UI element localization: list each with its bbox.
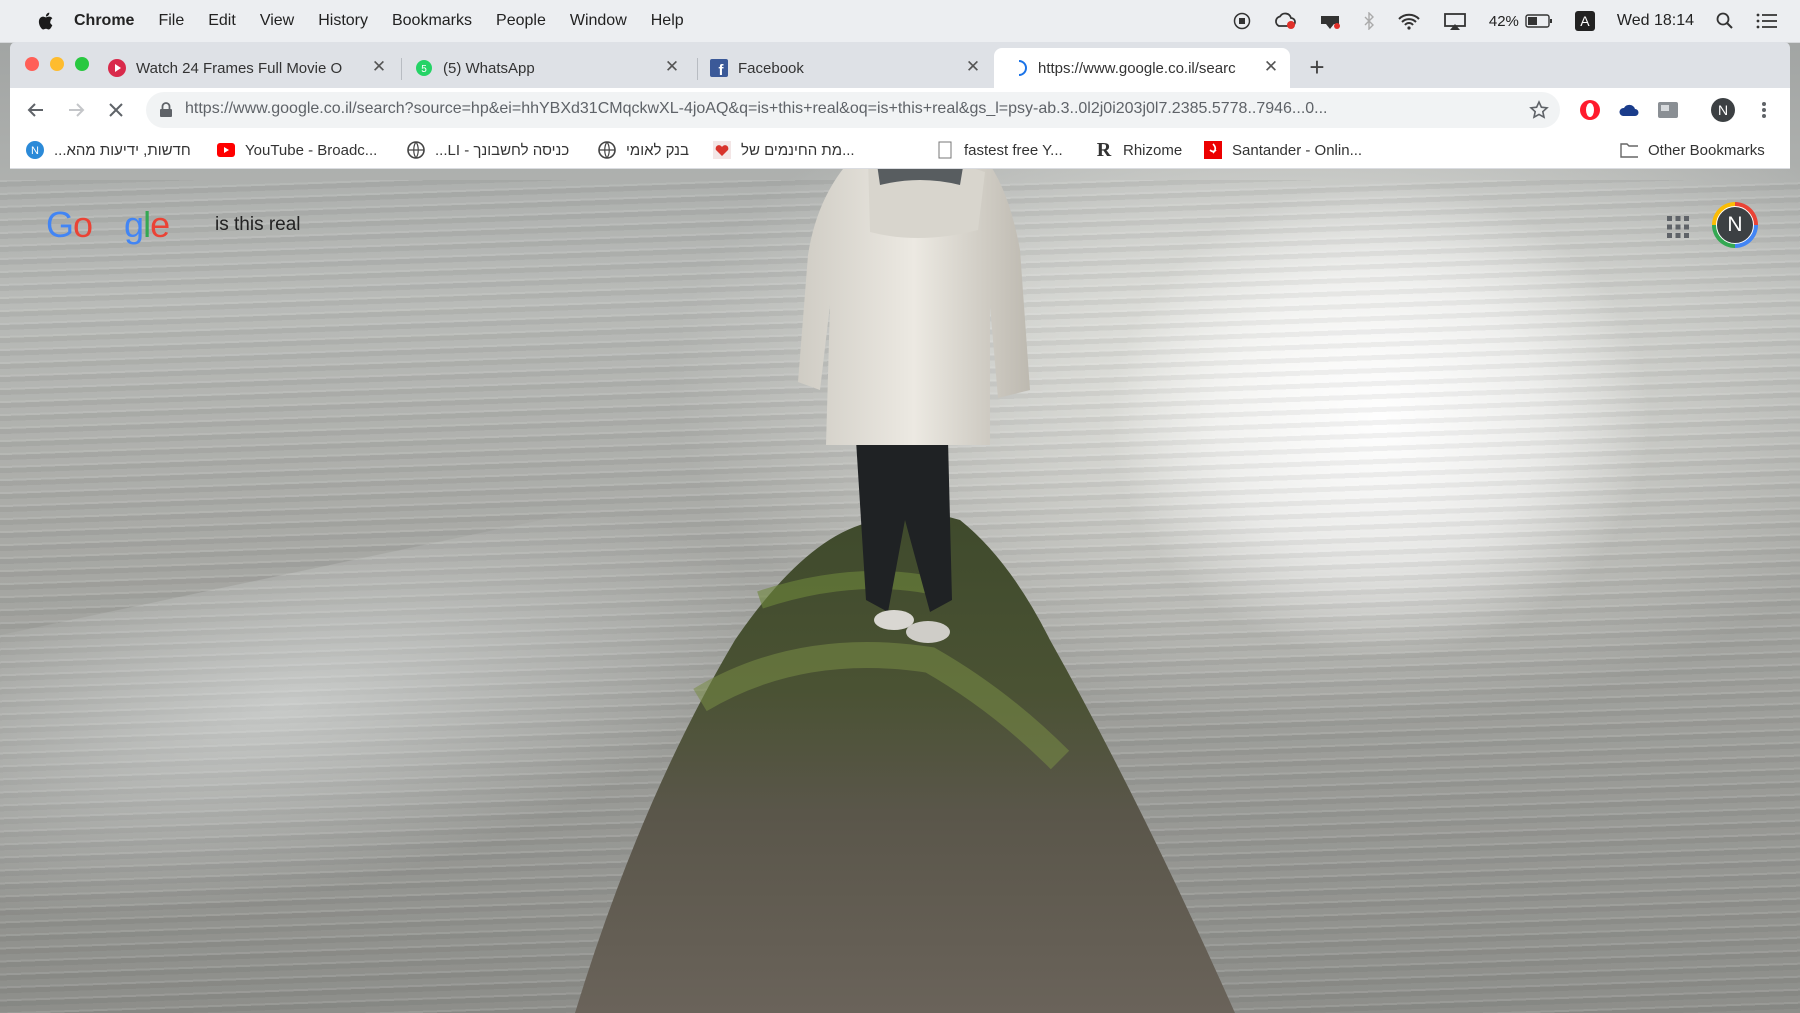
screen-record-icon[interactable] xyxy=(1233,12,1251,30)
globe-icon xyxy=(598,141,616,159)
avatar-initial: N xyxy=(1716,206,1754,244)
page-icon xyxy=(936,141,954,159)
menu-history[interactable]: History xyxy=(318,12,368,30)
profile-avatar-button[interactable]: N xyxy=(1708,95,1738,125)
bookmark-star-button[interactable] xyxy=(1524,95,1554,125)
menu-people[interactable]: People xyxy=(496,12,546,30)
new-tab-button[interactable]: + xyxy=(1300,50,1334,84)
menu-app-name[interactable]: Chrome xyxy=(74,12,134,30)
tab-title: (5) WhatsApp xyxy=(443,59,535,77)
youtube-icon xyxy=(217,141,235,159)
bookmark-label: fastest free Y... xyxy=(964,141,1063,159)
bookmark-label: בנק לאומי xyxy=(626,141,689,159)
menu-window[interactable]: Window xyxy=(570,12,627,30)
google-logo[interactable]: Go gle xyxy=(46,204,170,246)
tab-facebook[interactable]: f Facebook ✕ xyxy=(710,48,992,88)
bookmark-label: ...מת החינמים של xyxy=(741,141,855,159)
heart-icon xyxy=(713,141,731,159)
santander-icon xyxy=(1204,141,1222,159)
notification-icon[interactable] xyxy=(1319,12,1341,30)
bookmark-label: Rhizome xyxy=(1123,141,1183,159)
creative-cloud-icon[interactable] xyxy=(1273,12,1297,30)
bookmark-login[interactable]: כניסה לחשבונך - LI... xyxy=(407,138,569,162)
bookmark-santander[interactable]: Santander - Onlin... xyxy=(1204,138,1362,162)
opera-extension-icon[interactable] xyxy=(1575,95,1605,125)
menubar-clock[interactable]: Wed 18:14 xyxy=(1617,12,1694,30)
media-extension-icon[interactable] xyxy=(1653,95,1683,125)
bookmark-freebies[interactable]: ...מת החינמים של xyxy=(713,138,855,162)
tab-close-icon[interactable]: ✕ xyxy=(1262,58,1280,76)
menu-bookmarks[interactable]: Bookmarks xyxy=(392,12,472,30)
rhizome-icon: R xyxy=(1096,138,1112,161)
tab-title: Watch 24 Frames Full Movie O xyxy=(136,59,343,77)
bookmark-label: Santander - Onlin... xyxy=(1232,141,1363,159)
play-icon xyxy=(108,59,126,77)
facebook-icon: f xyxy=(710,59,728,77)
bookmark-fastest-free[interactable]: fastest free Y... xyxy=(936,138,1063,162)
tab-title: Facebook xyxy=(738,59,804,77)
apple-menu-icon[interactable] xyxy=(36,11,54,31)
tab-close-icon[interactable]: ✕ xyxy=(663,58,681,76)
menu-edit[interactable]: Edit xyxy=(208,12,236,30)
bookmark-other-bookmarks[interactable]: Other Bookmarks xyxy=(1620,138,1765,162)
folder-icon xyxy=(1620,141,1638,159)
menubar-status-area: 42% A Wed 18:14 xyxy=(1233,0,1778,42)
bookmark-youtube[interactable]: YouTube - Broadc... xyxy=(217,138,377,162)
tab-title: https://www.google.co.il/searc xyxy=(1038,59,1236,77)
whatsapp-icon: 5 xyxy=(415,59,433,77)
battery-percent: 42% xyxy=(1488,12,1519,30)
svg-text:N: N xyxy=(31,145,39,157)
bookmark-label: חדשות, ידיעות מהא... xyxy=(54,141,191,159)
loading-spinner-icon xyxy=(1010,59,1028,77)
url-text[interactable]: https://www.google.co.il/search?source=h… xyxy=(185,100,1515,118)
forward-button[interactable] xyxy=(61,95,91,125)
window-minimize-button[interactable] xyxy=(50,57,64,71)
bookmark-label: כניסה לחשבונך - LI... xyxy=(435,141,570,159)
menu-help[interactable]: Help xyxy=(651,12,684,30)
svg-text:5: 5 xyxy=(421,64,427,75)
tab-whatsapp[interactable]: 5 (5) WhatsApp ✕ xyxy=(415,48,691,88)
bookmark-rhizome[interactable]: R Rhizome xyxy=(1095,138,1182,162)
airplay-icon[interactable] xyxy=(1443,12,1467,30)
tab-google-search-active[interactable]: https://www.google.co.il/searc ✕ xyxy=(994,48,1290,88)
google-account-avatar[interactable]: N xyxy=(1712,202,1758,248)
stop-loading-button[interactable] xyxy=(101,95,131,125)
tab-close-icon[interactable]: ✕ xyxy=(370,58,388,76)
notification-center-icon[interactable] xyxy=(1756,12,1778,30)
menu-file[interactable]: File xyxy=(158,12,184,30)
menu-view[interactable]: View xyxy=(260,12,294,30)
mac-menubar: Chrome File Edit View History Bookmarks … xyxy=(0,0,1800,43)
input-source-indicator[interactable]: A xyxy=(1574,11,1595,31)
news-icon: N xyxy=(26,141,44,159)
bluetooth-icon[interactable] xyxy=(1363,12,1375,30)
spotlight-search-icon[interactable] xyxy=(1716,12,1734,30)
bookmark-label: Other Bookmarks xyxy=(1648,141,1765,159)
window-zoom-button[interactable] xyxy=(75,57,89,71)
globe-icon xyxy=(407,141,425,159)
search-query-text[interactable]: is this real xyxy=(215,214,301,236)
google-apps-icon[interactable] xyxy=(1665,214,1691,240)
cloud-extension-icon[interactable] xyxy=(1614,95,1644,125)
bookmark-bank-leumi[interactable]: בנק לאומי xyxy=(598,138,689,162)
window-close-button[interactable] xyxy=(25,57,39,71)
bookmark-label: YouTube - Broadc... xyxy=(245,141,378,159)
profile-initial: N xyxy=(1711,98,1735,122)
back-button[interactable] xyxy=(21,95,51,125)
lock-icon[interactable] xyxy=(159,102,173,118)
battery-icon[interactable] xyxy=(1525,13,1553,29)
tab-separator xyxy=(697,58,698,80)
tab-24-frames[interactable]: Watch 24 Frames Full Movie O ✕ xyxy=(108,48,398,88)
tab-separator xyxy=(401,58,402,80)
chrome-menu-button[interactable] xyxy=(1749,95,1779,125)
wifi-icon[interactable] xyxy=(1397,12,1421,30)
bookmark-news[interactable]: N חדשות, ידיעות מהא... xyxy=(26,138,191,162)
tab-close-icon[interactable]: ✕ xyxy=(964,58,982,76)
